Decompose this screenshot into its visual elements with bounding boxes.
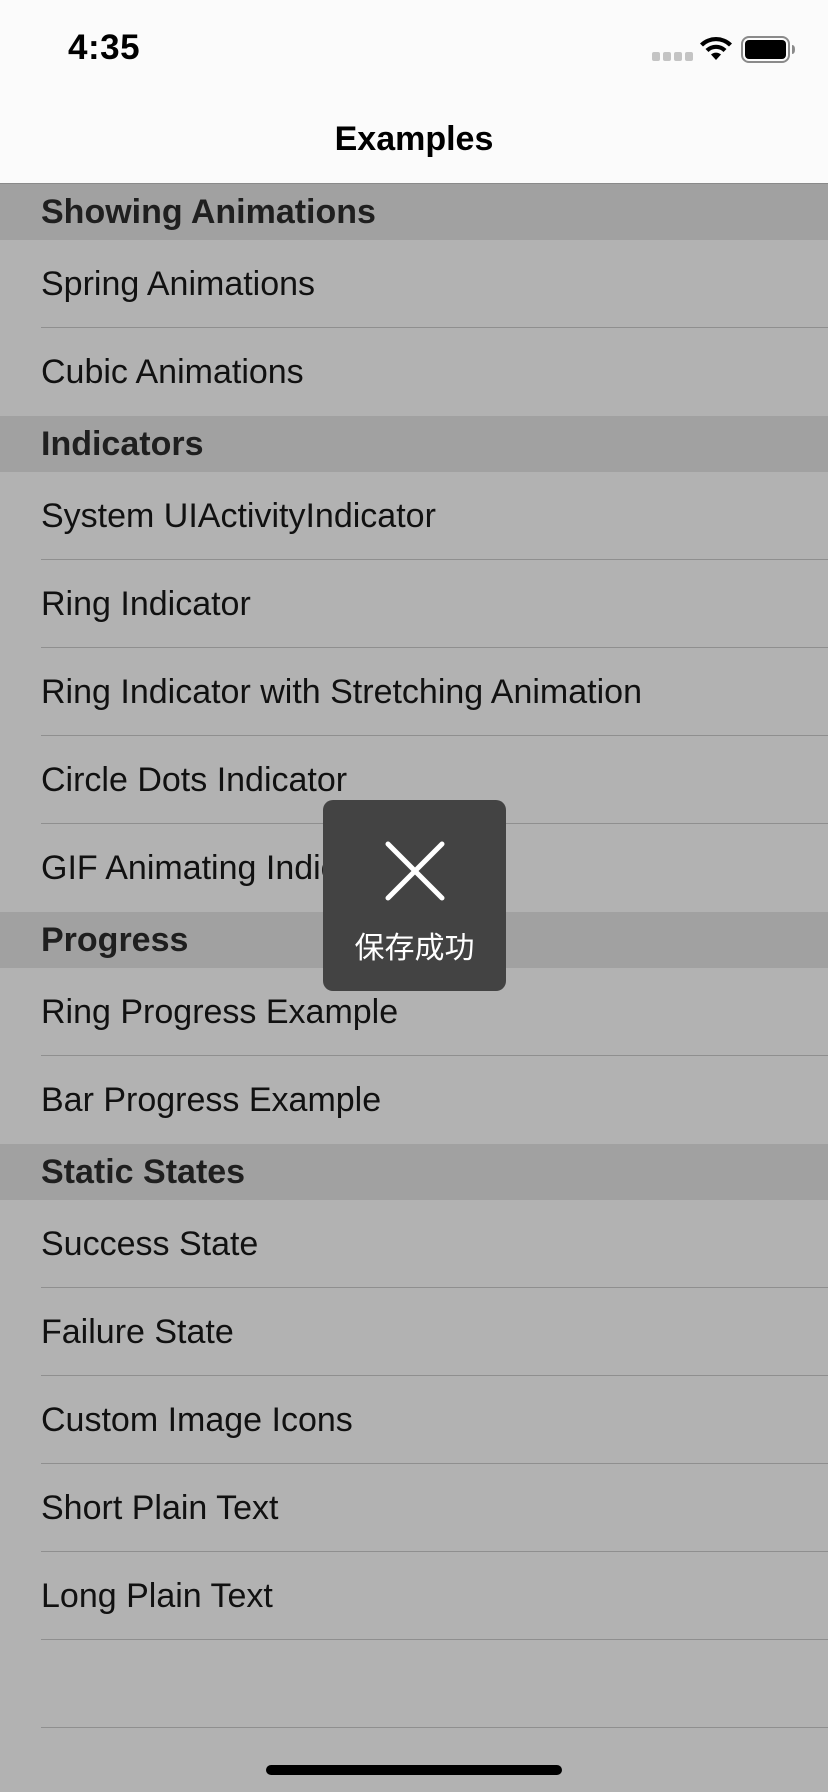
row-cubic-animations[interactable]: Cubic Animations xyxy=(0,328,828,416)
section-header-showing-animations: Showing Animations xyxy=(0,184,828,240)
cellular-signal-icon xyxy=(652,52,693,61)
row-custom-image-icons[interactable]: Custom Image Icons xyxy=(0,1376,828,1464)
navigation-bar: Examples xyxy=(0,96,828,184)
hud-label: 保存成功 xyxy=(354,931,475,966)
wifi-icon xyxy=(700,37,732,60)
status-bar: 4:35 xyxy=(0,0,828,96)
row-failure-state[interactable]: Failure State xyxy=(0,1288,828,1376)
home-indicator[interactable] xyxy=(266,1765,562,1775)
row-spring-animations[interactable]: Spring Animations xyxy=(0,240,828,328)
row-success-state[interactable]: Success State xyxy=(0,1200,828,1288)
row-ring-indicator-stretching[interactable]: Ring Indicator with Stretching Animation xyxy=(0,648,828,736)
section-header-indicators: Indicators xyxy=(0,416,828,472)
status-time: 4:35 xyxy=(68,28,141,67)
close-icon xyxy=(385,841,445,901)
row-bar-progress-example[interactable]: Bar Progress Example xyxy=(0,1056,828,1144)
row-system-uiactivityindicator[interactable]: System UIActivityIndicator xyxy=(0,472,828,560)
row-ring-indicator[interactable]: Ring Indicator xyxy=(0,560,828,648)
row-short-plain-text[interactable]: Short Plain Text xyxy=(0,1464,828,1552)
page-title: Examples xyxy=(334,120,494,158)
empty-row xyxy=(0,1640,828,1728)
row-long-plain-text[interactable]: Long Plain Text xyxy=(0,1552,828,1640)
battery-icon xyxy=(741,36,795,63)
hud-toast: 保存成功 xyxy=(323,800,506,991)
screen: 4:35 Examples Showing Animations Spring … xyxy=(0,0,828,1792)
section-header-static-states: Static States xyxy=(0,1144,828,1200)
